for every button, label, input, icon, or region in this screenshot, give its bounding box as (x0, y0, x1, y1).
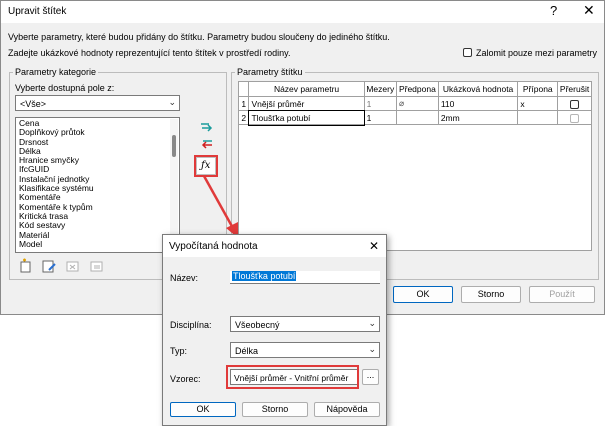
category-group-title: Parametry kategorie (13, 67, 99, 77)
help-button[interactable]: ? (550, 3, 557, 18)
name-field[interactable]: Tloušťka potubí (230, 271, 380, 284)
calc-ok-button[interactable]: OK (170, 402, 236, 417)
suffix-cell[interactable] (517, 110, 559, 125)
cancel-button[interactable]: Storno (461, 286, 521, 303)
column-header: Přerušit (557, 81, 592, 97)
wrap-checkbox-label: Zalomit pouze mezi parametry (476, 48, 598, 58)
prefix-cell[interactable]: ⌀ (395, 96, 439, 111)
screenshot-canvas: Upravit štítek ? ✕ Vyberte parametry, kt… (0, 0, 605, 426)
column-header: Předpona (395, 81, 439, 97)
row-number: 2 (237, 110, 250, 125)
description-line-1: Vyberte parametry, které budou přidány d… (8, 32, 390, 42)
calculated-value-dialog: Vypočítaná hodnota ✕ Název: Tloušťka pot… (162, 234, 387, 426)
calc-close-button[interactable]: ✕ (369, 239, 379, 253)
chevron-down-icon: ⌄ (368, 344, 376, 354)
sample-value-cell[interactable]: 2mm (437, 110, 519, 125)
select-fields-label: Vyberte dostupná pole z: (15, 83, 115, 93)
table-row[interactable]: 1 Vnější průměr 1 ⌀ 110 x (237, 96, 592, 111)
label-group-title: Parametry štítku (235, 67, 305, 77)
spaces-cell[interactable]: 1 (363, 96, 397, 111)
type-select[interactable]: Délka ⌄ (230, 342, 380, 358)
formula-browse-button[interactable]: ... (362, 369, 379, 385)
name-value: Tloušťka potubí (232, 271, 297, 281)
row-number: 1 (237, 96, 250, 111)
column-header: Ukázková hodnota (437, 81, 519, 97)
dialog-titlebar: Upravit štítek ? ✕ (1, 1, 604, 23)
chevron-down-icon: ⌄ (368, 318, 376, 328)
list-item[interactable]: Model (16, 239, 179, 249)
new-parameter-icon[interactable] (18, 258, 34, 274)
param-name-cell[interactable]: Vnější průměr (248, 96, 365, 111)
chevron-down-icon: ⌄ (168, 97, 176, 107)
column-header: Mezery (363, 81, 397, 97)
prefix-cell[interactable] (395, 110, 439, 125)
dialog-title: Upravit štítek (8, 6, 67, 17)
calc-cancel-button[interactable]: Storno (242, 402, 308, 417)
field-source-select[interactable]: <Vše> ⌄ (15, 95, 180, 111)
annotation-arrow (202, 175, 238, 238)
param-name-cell[interactable]: Tloušťka potubí (247, 109, 366, 126)
available-fields-list[interactable]: Cena Doplňkový průtok Drsnost Délka Hranice … (15, 117, 180, 253)
calc-titlebar: Vypočítaná hodnota ✕ (163, 235, 386, 257)
remove-parameter-icon[interactable] (199, 136, 215, 152)
break-checkbox[interactable] (570, 113, 580, 123)
apply-button[interactable]: Použít (529, 286, 595, 303)
calc-help-button[interactable]: Nápověda (314, 402, 380, 417)
discipline-label: Disciplína: (170, 320, 212, 330)
scrollbar-thumb[interactable] (172, 135, 176, 157)
field-source-value: <Vše> (20, 99, 47, 109)
parameters-table: Název parametru Mezery Předpona Ukázková ho… (237, 81, 592, 126)
wrap-checkbox[interactable] (463, 48, 472, 57)
discipline-value: Všeobecný (235, 320, 280, 330)
formula-label: Vzorec: (170, 374, 201, 384)
ok-button[interactable]: OK (393, 286, 453, 303)
column-header (237, 81, 250, 97)
type-value: Délka (235, 346, 259, 356)
close-button[interactable]: ✕ (583, 2, 595, 19)
column-header: Přípona (517, 81, 559, 97)
break-cell[interactable] (557, 96, 592, 111)
discipline-select[interactable]: Všeobecný ⌄ (230, 316, 380, 332)
table-header-row: Název parametru Mezery Předpona Ukázková ho… (237, 81, 592, 97)
break-checkbox[interactable] (570, 99, 580, 109)
list-scrollbar[interactable] (170, 119, 178, 251)
name-label: Název: (170, 273, 199, 283)
column-header: Název parametru (248, 81, 365, 97)
edit-parameter-icon[interactable] (41, 258, 57, 274)
calc-title: Vypočítaná hodnota (169, 241, 258, 252)
formula-highlight (226, 365, 359, 389)
add-parameter-icon[interactable] (199, 119, 215, 135)
suffix-cell[interactable]: x (517, 96, 559, 111)
sort-icon[interactable] (89, 258, 105, 274)
type-label: Typ: (170, 346, 188, 356)
break-cell[interactable] (557, 110, 592, 125)
spaces-cell[interactable]: 1 (363, 110, 397, 125)
table-row[interactable]: 2 Tloušťka potubí 1 2mm (237, 109, 592, 126)
sample-value-cell[interactable]: 110 (437, 96, 519, 111)
description-line-2: Zadejte ukázkové hodnoty reprezentující … (8, 48, 291, 58)
delete-parameter-icon[interactable] (65, 258, 81, 274)
